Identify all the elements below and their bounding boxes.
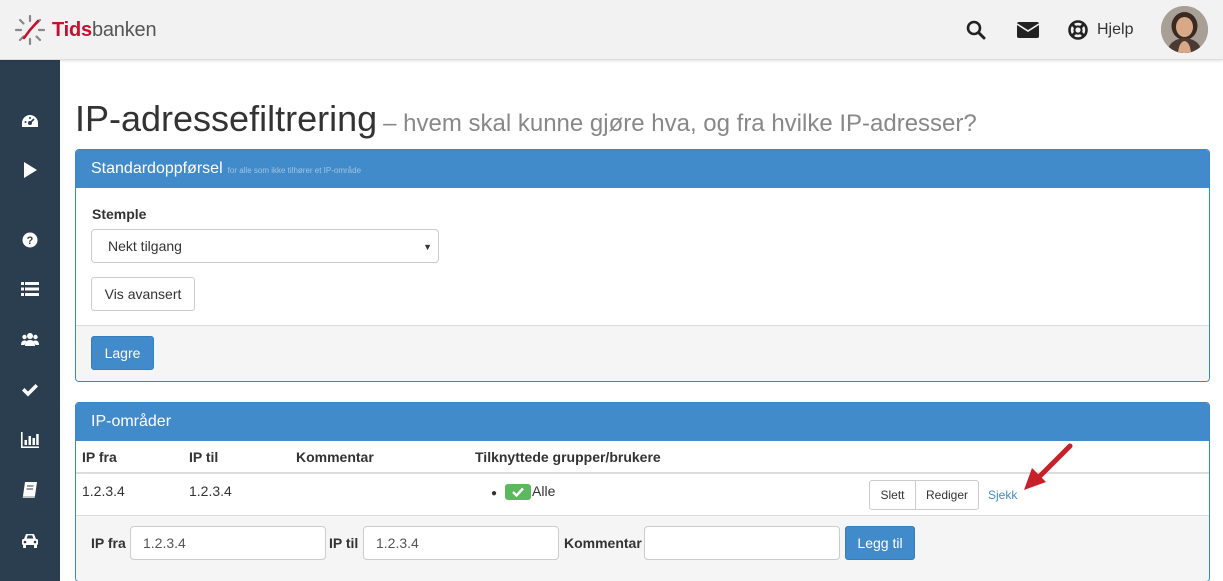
panel-footer: Lagre bbox=[76, 325, 1209, 381]
check-link[interactable]: Sjekk bbox=[988, 488, 1017, 502]
sidebar-item-check[interactable] bbox=[0, 370, 60, 410]
column-header-comment: Kommentar bbox=[290, 441, 469, 474]
avatar[interactable] bbox=[1161, 6, 1208, 53]
annotation-arrow-icon bbox=[1024, 443, 1073, 490]
cell-groups: ● Alle bbox=[469, 473, 864, 515]
sidebar: ? bbox=[0, 60, 60, 581]
sidebar-item-users[interactable] bbox=[0, 319, 60, 359]
comment-label: Kommentar bbox=[564, 535, 642, 551]
dashboard-icon bbox=[22, 115, 38, 127]
help-label: Hjelp bbox=[1097, 21, 1134, 38]
delete-button[interactable]: Slett bbox=[869, 480, 916, 510]
help-link[interactable]: Hjelp bbox=[1068, 18, 1133, 42]
search-icon[interactable] bbox=[964, 18, 988, 42]
panel-heading: Standardoppførsel for alle som ikke tilh… bbox=[76, 150, 1209, 188]
save-button[interactable]: Lagre bbox=[91, 336, 154, 370]
envelope-icon[interactable] bbox=[1016, 18, 1040, 42]
check-icon bbox=[22, 384, 38, 397]
stemple-select[interactable]: Nekt tilgang ▼ bbox=[91, 229, 439, 263]
chevron-down-icon: ▼ bbox=[423, 242, 432, 252]
panel-heading: IP-områder bbox=[76, 403, 1209, 441]
page-title: IP-adressefiltrering bbox=[75, 98, 378, 139]
cell-comment bbox=[290, 473, 469, 515]
page-subtitle: – hvem skal kunne gjøre hva, og fra hvil… bbox=[383, 110, 977, 137]
panel-title: Standardoppførsel bbox=[91, 160, 223, 177]
show-advanced-button[interactable]: Vis avansert bbox=[91, 277, 195, 311]
list-icon bbox=[21, 282, 39, 296]
page-header: IP-adressefiltrering – hvem skal kunne gj… bbox=[75, 98, 977, 140]
ip-from-input[interactable]: 1.2.3.4 bbox=[130, 526, 326, 560]
life-ring-icon bbox=[1068, 20, 1088, 40]
ip-from-label: IP fra bbox=[91, 535, 126, 551]
sidebar-item-dashboard[interactable] bbox=[0, 102, 60, 142]
column-header-groups: Tilknyttede grupper/brukere bbox=[469, 441, 864, 474]
panel-title-note: for alle som ikke tilhører et IP-område bbox=[227, 165, 362, 175]
book-icon bbox=[22, 482, 37, 498]
bullet: ● bbox=[491, 488, 498, 499]
car-icon bbox=[22, 534, 38, 548]
add-ip-form: IP fra 1.2.3.4 IP til 1.2.3.4 Kommentar … bbox=[76, 515, 1209, 581]
group-label: Alle bbox=[532, 483, 556, 499]
ip-to-label: IP til bbox=[329, 535, 359, 551]
logo-text: Tidsbanken bbox=[52, 18, 157, 41]
ip-to-input[interactable]: 1.2.3.4 bbox=[363, 526, 559, 560]
column-header-ip-to: IP til bbox=[183, 441, 290, 474]
stemple-select-value: Nekt tilgang bbox=[108, 238, 182, 254]
stemple-label: Stemple bbox=[92, 206, 147, 222]
question-circle-icon: ? bbox=[22, 232, 38, 248]
top-navbar: Tidsbanken Hjelp bbox=[0, 0, 1223, 60]
comment-input[interactable] bbox=[644, 526, 840, 560]
check-badge-icon bbox=[505, 484, 532, 501]
standard-behavior-panel: Standardoppførsel for alle som ikke tilh… bbox=[75, 149, 1210, 382]
cell-ip-to: 1.2.3.4 bbox=[189, 483, 232, 499]
add-button[interactable]: Legg til bbox=[845, 526, 915, 560]
column-header-ip-from: IP fra bbox=[76, 441, 183, 474]
users-icon bbox=[21, 333, 39, 346]
play-icon bbox=[24, 162, 37, 178]
sidebar-item-car[interactable] bbox=[0, 520, 60, 560]
logo[interactable]: Tidsbanken bbox=[14, 14, 157, 46]
sidebar-item-book[interactable] bbox=[0, 470, 60, 510]
sidebar-item-stats[interactable] bbox=[0, 420, 60, 460]
panel-title: IP-områder bbox=[91, 413, 172, 430]
bar-chart-icon bbox=[21, 432, 39, 448]
sidebar-item-play[interactable] bbox=[0, 150, 60, 190]
cell-ip-from: 1.2.3.4 bbox=[82, 483, 125, 499]
sidebar-item-list[interactable] bbox=[0, 269, 60, 309]
svg-text:?: ? bbox=[27, 235, 34, 247]
edit-button[interactable]: Rediger bbox=[915, 480, 979, 510]
clock-logo-icon bbox=[14, 14, 46, 46]
sidebar-item-help[interactable]: ? bbox=[0, 220, 60, 260]
